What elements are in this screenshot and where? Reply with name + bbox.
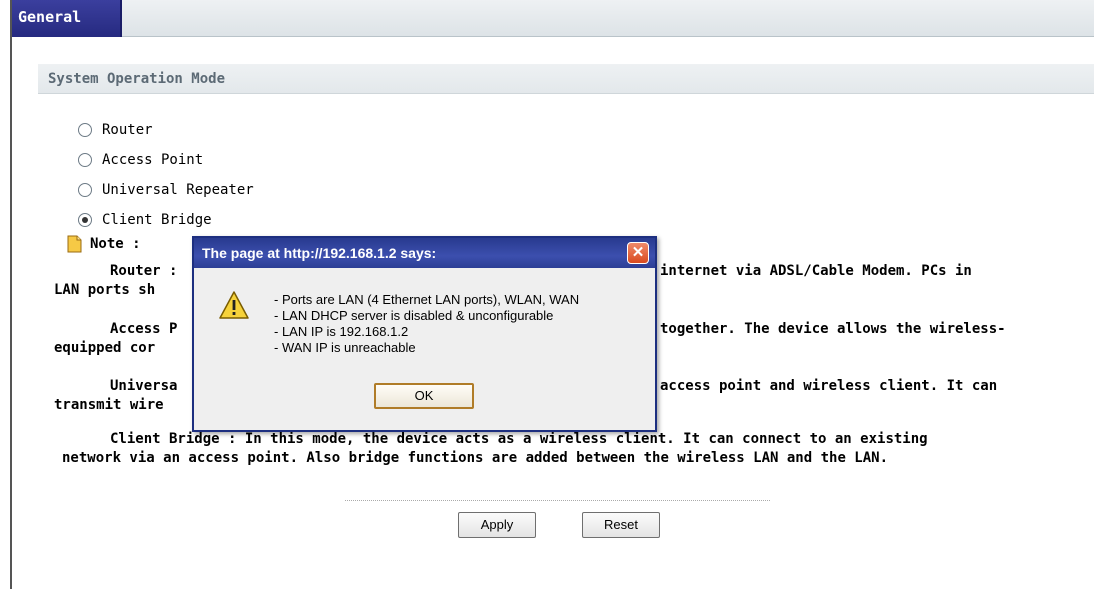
note-router-text-2: LAN ports sh bbox=[54, 282, 156, 298]
alert-dialog: The page at http://192.168.1.2 says: ✕ -… bbox=[192, 236, 657, 432]
note-client-bridge-text-2: network via an access point. Also bridge… bbox=[62, 450, 889, 466]
note-access-point-text: together. The device allows the wireless… bbox=[660, 321, 1006, 337]
radio-access-point[interactable] bbox=[78, 153, 92, 167]
tab-strip bbox=[12, 0, 1094, 37]
warning-icon bbox=[219, 291, 249, 319]
mode-router-label: Router bbox=[102, 122, 153, 138]
mode-router-option[interactable]: Router bbox=[78, 120, 153, 140]
dialog-message: - Ports are LAN (4 Ethernet LAN ports), … bbox=[274, 292, 579, 356]
note-repeater-text-2: transmit wire bbox=[54, 397, 164, 413]
apply-button[interactable]: Apply bbox=[458, 512, 536, 538]
mode-client-bridge-option[interactable]: Client Bridge bbox=[78, 210, 212, 230]
close-icon[interactable]: ✕ bbox=[627, 242, 649, 264]
note-icon bbox=[67, 235, 82, 253]
radio-client-bridge[interactable] bbox=[78, 213, 92, 227]
section-title: System Operation Mode bbox=[38, 64, 1094, 94]
dialog-message-line: - Ports are LAN (4 Ethernet LAN ports), … bbox=[274, 292, 580, 307]
note-access-point-text-2: equipped cor bbox=[54, 340, 156, 356]
radio-universal-repeater[interactable] bbox=[78, 183, 92, 197]
note-client-bridge-text: Client Bridge : In this mode, the device… bbox=[110, 431, 928, 447]
divider bbox=[345, 500, 770, 501]
tab-general[interactable]: General bbox=[12, 0, 122, 37]
dialog-title-bar: The page at http://192.168.1.2 says: ✕ bbox=[194, 238, 655, 268]
note-repeater-title: Universa bbox=[110, 378, 178, 394]
dialog-message-line: - WAN IP is unreachable bbox=[274, 340, 416, 355]
dialog-body: - Ports are LAN (4 Ethernet LAN ports), … bbox=[194, 268, 655, 430]
note-router-title: Router : bbox=[110, 263, 178, 279]
mode-client-bridge-label: Client Bridge bbox=[102, 212, 212, 228]
mode-universal-repeater-label: Universal Repeater bbox=[102, 182, 254, 198]
mode-access-point-label: Access Point bbox=[102, 152, 204, 168]
ok-button[interactable]: OK bbox=[374, 383, 474, 409]
mode-access-point-option[interactable]: Access Point bbox=[78, 150, 203, 170]
note-access-point-title: Access P bbox=[110, 321, 178, 337]
dialog-message-line: - LAN DHCP server is disabled & unconfig… bbox=[274, 308, 554, 323]
reset-button[interactable]: Reset bbox=[582, 512, 660, 538]
dialog-message-line: - LAN IP is 192.168.1.2 bbox=[274, 324, 409, 339]
note-router-text: internet via ADSL/Cable Modem. PCs in bbox=[660, 263, 972, 279]
note-repeater-text: access point and wireless client. It can bbox=[660, 378, 998, 394]
radio-router[interactable] bbox=[78, 123, 92, 137]
mode-universal-repeater-option[interactable]: Universal Repeater bbox=[78, 180, 254, 200]
dialog-title: The page at http://192.168.1.2 says: bbox=[202, 245, 437, 261]
window-border bbox=[10, 0, 12, 589]
note-label: Note : bbox=[90, 236, 141, 252]
note-heading: Note : bbox=[66, 235, 141, 253]
